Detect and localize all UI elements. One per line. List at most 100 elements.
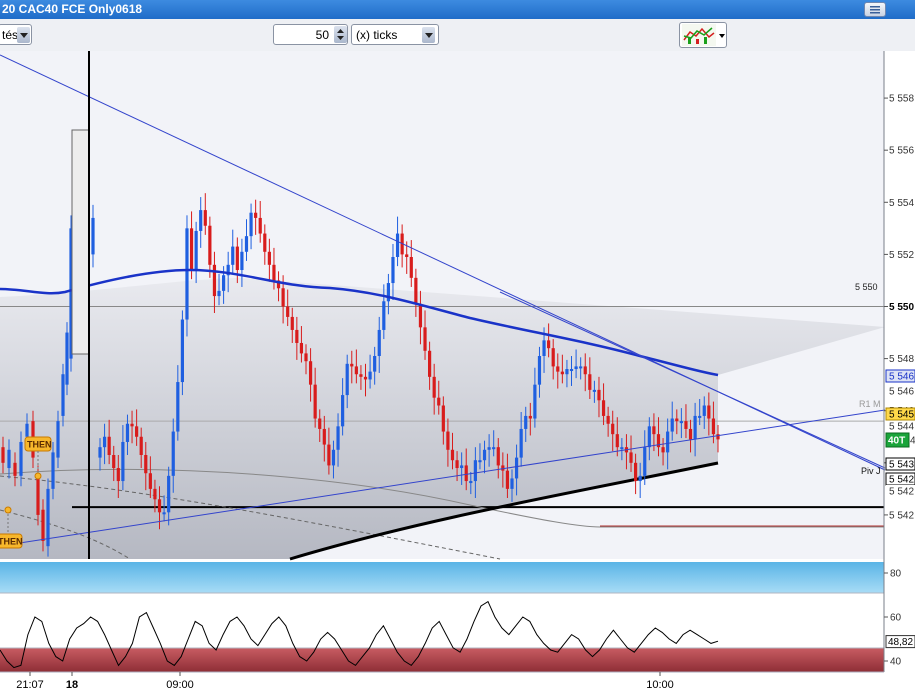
candle-body: [1, 447, 5, 463]
candle-body: [176, 382, 180, 432]
candle-body: [51, 452, 55, 489]
candle-body: [41, 509, 45, 541]
candle-body: [647, 426, 651, 448]
oscillator-tick-label: 40: [890, 657, 902, 668]
candle-body: [308, 361, 313, 385]
time-tick-label: 21:07: [16, 679, 44, 691]
candle-body: [368, 371, 372, 380]
candle-body: [148, 473, 152, 489]
candle-body: [267, 251, 271, 265]
candle-body: [281, 288, 285, 307]
candle-body: [56, 421, 60, 458]
candle-body: [482, 449, 487, 461]
candle-body: [560, 371, 564, 375]
candle-body: [345, 363, 349, 396]
candle-body: [263, 233, 267, 252]
window-menu-button[interactable]: [864, 2, 886, 17]
candle-body: [199, 210, 203, 231]
candle-body: [112, 455, 116, 469]
chart-style-button[interactable]: [679, 22, 727, 48]
price-badge-label: 5 544: [889, 422, 914, 433]
candle-body: [629, 452, 633, 463]
price-chart[interactable]: 5 558 5 556 5 554 5 552 5 550 5 548 5 546 5 544…: [0, 51, 915, 691]
candle-body: [61, 374, 65, 416]
candle-body: [377, 329, 381, 356]
candle-body: [13, 462, 17, 476]
candle-body: [478, 460, 482, 463]
candle-body: [217, 290, 221, 297]
candle-body: [157, 499, 162, 513]
candle-body: [579, 366, 583, 369]
candle-body: [675, 418, 679, 422]
candle-body: [428, 350, 432, 377]
candle-body: [716, 434, 720, 440]
candle-body: [299, 342, 304, 354]
candle-body: [185, 228, 189, 320]
chevron-down-icon[interactable]: [718, 23, 726, 49]
candle-body: [464, 465, 468, 482]
candle-body: [125, 423, 130, 442]
candle-body: [171, 431, 175, 476]
period-select[interactable]: tés: [0, 24, 32, 45]
candle-body: [469, 481, 473, 484]
candle-body: [473, 460, 477, 482]
candle-body: [492, 447, 496, 450]
price-tick-label: 5 542: [889, 510, 914, 521]
candle-body: [336, 426, 340, 450]
candle-body: [386, 283, 390, 302]
candle-body: [597, 389, 601, 401]
candle-body: [135, 426, 139, 437]
candle-body: [395, 233, 400, 257]
bar-unit-value: (x) ticks: [356, 28, 398, 42]
candle-body: [510, 478, 514, 489]
candle-body: [537, 356, 542, 385]
then-marker-2[interactable]: THEN: [0, 533, 23, 549]
candle-body: [524, 415, 528, 429]
candle-body: [432, 376, 436, 398]
window-title: 20 CAC40 FCE Only0618: [2, 2, 143, 16]
candle-body: [569, 369, 574, 372]
candle-body: [91, 217, 95, 255]
stepper-arrows-icon[interactable]: [334, 26, 347, 43]
bar-unit-select[interactable]: (x) ticks: [351, 24, 439, 45]
time-tick-label: 18: [66, 679, 78, 691]
candle-body: [341, 395, 345, 427]
time-tick-label: 09:00: [166, 679, 194, 691]
candle-body: [153, 488, 157, 500]
time-tick-label: 10:00: [646, 679, 674, 691]
candle-body: [244, 236, 249, 252]
then-marker-label: THEN: [0, 537, 23, 547]
price-tick-label: 5 552: [889, 250, 914, 261]
candle-body: [304, 353, 308, 362]
then-marker-1[interactable]: THEN: [24, 436, 52, 452]
window-title-bar: 20 CAC40 FCE Only0618: [0, 0, 915, 19]
candle-body: [286, 306, 290, 317]
candle-body: [144, 455, 148, 474]
candle-body: [65, 332, 69, 385]
candle-body: [455, 460, 459, 469]
candle-body: [601, 400, 606, 416]
oscillator-tick-label: 60: [890, 613, 902, 624]
candle-body: [698, 415, 702, 418]
price-tick-label: 5 558: [889, 94, 914, 105]
price-tick-label: 5 554: [889, 198, 914, 209]
candle-body: [313, 384, 317, 419]
candle-body: [295, 329, 299, 343]
price-badge-label: 5 546: [889, 372, 914, 383]
price-tick-label: 5 548: [889, 354, 914, 365]
bar-count-stepper[interactable]: 50: [273, 24, 348, 45]
candle-body: [514, 457, 519, 479]
candle-body: [409, 257, 413, 278]
chevron-down-icon[interactable]: [422, 27, 435, 43]
candle-body: [565, 369, 569, 375]
candle-body: [98, 447, 102, 458]
candle-body: [139, 436, 143, 455]
volume-bar: [71, 129, 90, 355]
chevron-down-icon[interactable]: [17, 27, 30, 43]
candle-body: [331, 449, 336, 466]
candle-body: [460, 465, 464, 469]
candle-body: [528, 415, 532, 419]
candle-body: [272, 264, 276, 281]
candle-body: [203, 210, 207, 226]
chart-style-icon: [682, 24, 716, 46]
